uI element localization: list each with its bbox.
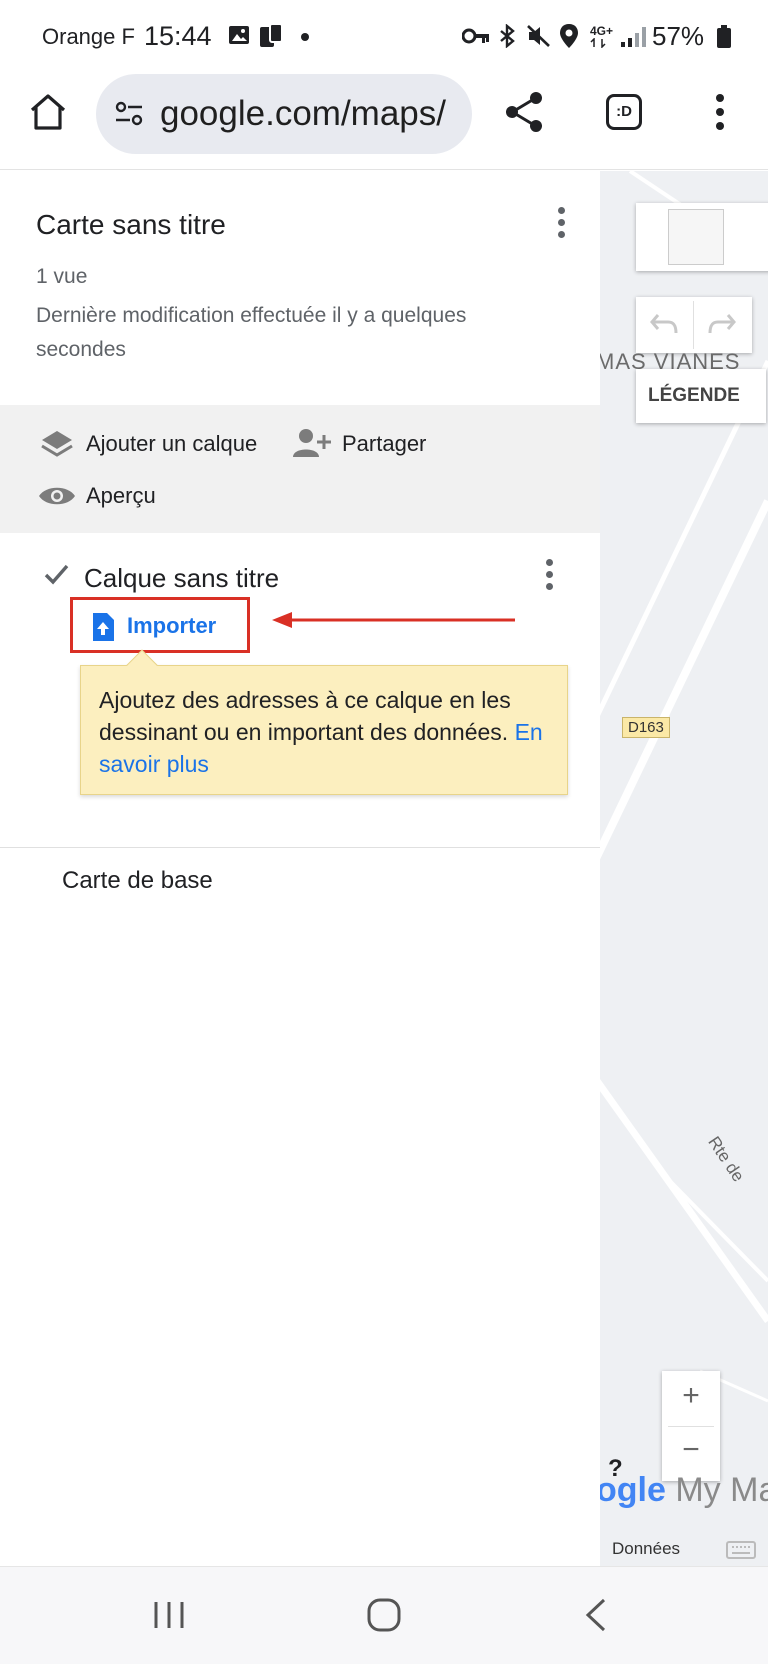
battery-icon [717, 25, 731, 48]
browser-toolbar: google.com/maps/ :D [0, 70, 768, 170]
keyboard-icon[interactable] [726, 1541, 756, 1559]
annotation-arrow [272, 612, 515, 628]
key-icon [462, 28, 489, 44]
file-upload-icon [93, 613, 114, 641]
signal-icon [621, 27, 646, 47]
location-icon [560, 24, 578, 48]
clock: 15:44 [144, 21, 212, 51]
layer-checkbox[interactable] [42, 561, 70, 589]
google-my-maps-logo: ogle My Ma [600, 1471, 768, 1509]
add-person-icon [293, 429, 331, 457]
section-divider [0, 847, 600, 848]
address-bar[interactable]: google.com/maps/ [96, 74, 472, 154]
system-navigation-bar [0, 1566, 768, 1664]
road-shield: D163 [622, 717, 670, 738]
import-label: Importer [127, 613, 217, 638]
layer-title[interactable]: Calque sans titre [84, 563, 279, 594]
phone-clipboard-icon [260, 23, 283, 47]
undo-redo-controls [636, 297, 752, 353]
data-arrows-icon [590, 38, 606, 48]
layers-icon [41, 431, 73, 457]
status-bar: Orange F 15:44 4G+ 57% [0, 0, 768, 70]
preview-button[interactable]: Aperçu [86, 483, 156, 509]
battery-percent: 57% [652, 21, 705, 51]
carrier-name: Orange F [42, 24, 135, 49]
site-settings-icon[interactable] [114, 100, 144, 128]
map-actions: Ajouter un calque Partager Aperçu [0, 405, 600, 533]
zoom-out-button[interactable]: − [662, 1433, 720, 1467]
layer-options-icon[interactable] [546, 559, 554, 595]
add-layer-button[interactable]: Ajouter un calque [86, 431, 257, 457]
home-nav-icon[interactable] [366, 1597, 402, 1633]
map-title[interactable]: Carte sans titre [36, 209, 226, 241]
tab-switcher-button[interactable]: :D [606, 94, 642, 130]
import-button[interactable]: Importer [70, 597, 250, 653]
home-icon[interactable] [28, 92, 68, 132]
legend-label: LÉGENDE [648, 385, 740, 406]
undo-icon[interactable] [650, 311, 678, 337]
map-data-attribution[interactable]: Données [612, 1539, 680, 1559]
network-type: 4G+ [590, 24, 614, 38]
search-box[interactable] [668, 209, 724, 265]
view-count: 1 vue [36, 265, 88, 288]
share-button[interactable]: Partager [342, 431, 426, 457]
legend-button[interactable]: LÉGENDE [636, 369, 766, 423]
notification-dot-icon [301, 33, 309, 41]
map-toolbar[interactable] [636, 203, 768, 271]
share-icon[interactable] [504, 90, 544, 134]
bluetooth-icon [500, 24, 515, 48]
tooltip-text: Ajoutez des adresses à ce calque en les … [99, 687, 511, 745]
url-text: google.com/maps/ [160, 94, 446, 133]
zoom-controls: + − [662, 1371, 720, 1481]
mute-icon [527, 25, 550, 47]
map-sidebar: Carte sans titre 1 vue Dernière modifica… [0, 171, 600, 1566]
zoom-in-button[interactable]: + [662, 1379, 720, 1413]
map-canvas[interactable]: MAS VIANES LÉGENDE D163 Rte de + − ? ogl… [600, 171, 768, 1566]
map-options-icon[interactable] [558, 207, 566, 243]
recent-apps-icon[interactable] [152, 1599, 186, 1631]
eye-icon [39, 487, 75, 505]
redo-icon[interactable] [708, 311, 736, 337]
back-icon[interactable] [584, 1597, 608, 1633]
base-map-section[interactable]: Carte de base [62, 867, 213, 895]
browser-menu-icon[interactable] [716, 94, 724, 135]
last-modified: Dernière modification effectuée il y a q… [36, 304, 467, 361]
gallery-icon [229, 26, 249, 44]
layer-help-tooltip: Ajoutez des adresses à ce calque en les … [80, 649, 568, 795]
